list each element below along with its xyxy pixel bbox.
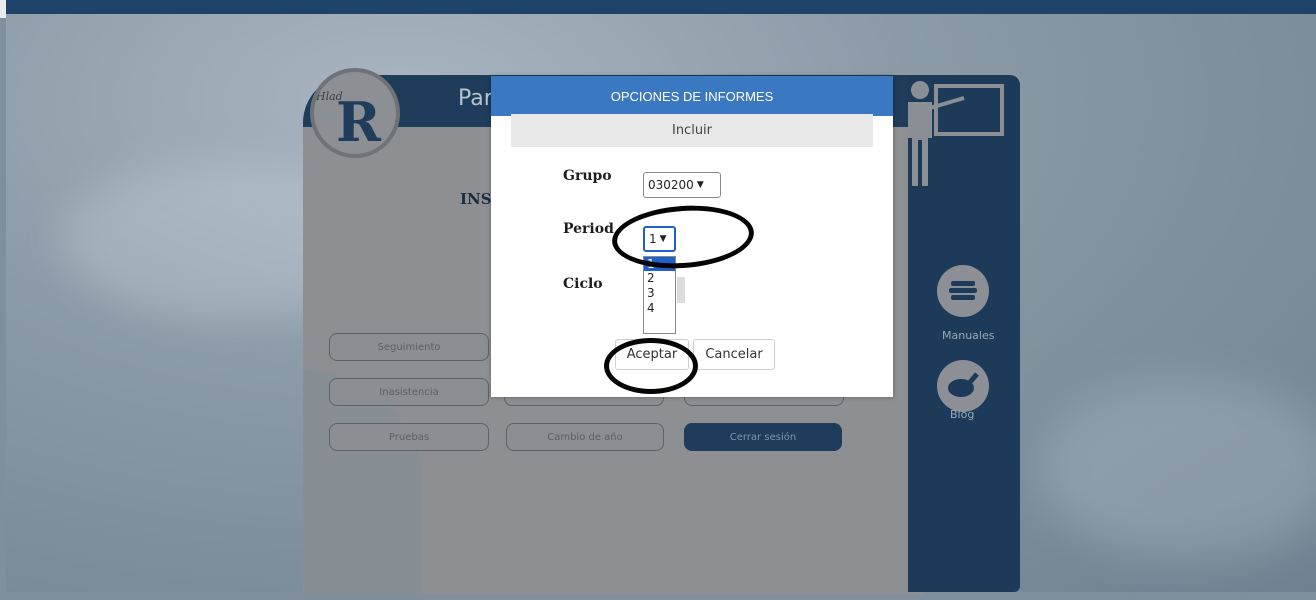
menu-button-label: Seguimiento — [377, 341, 441, 353]
chevron-down-icon: ▼ — [696, 180, 704, 190]
page-title: Par — [458, 86, 493, 111]
blog-icon[interactable] — [937, 360, 989, 412]
menu-button-cambio-de-ano[interactable]: Cambio de año — [506, 423, 664, 451]
teacher-icon — [908, 81, 1004, 186]
period-option[interactable]: 2 — [644, 271, 675, 286]
annotation-circle-accept — [604, 338, 698, 394]
cycle-label: Ciclo — [563, 276, 603, 292]
period-option[interactable]: 3 — [644, 286, 675, 301]
dialog-subtitle: Incluir — [511, 114, 873, 147]
cancel-button[interactable]: Cancelar — [693, 339, 775, 370]
menu-button-seguimiento[interactable]: Seguimiento — [329, 333, 489, 361]
group-label: Grupo — [563, 168, 612, 184]
menu-button-label: Inasistencia — [379, 386, 439, 398]
manuals-label[interactable]: Manuales — [942, 329, 994, 342]
hidden-cycle-select-edge — [677, 277, 685, 303]
cancel-button-label: Cancelar — [705, 347, 763, 362]
blog-label[interactable]: Blog — [950, 408, 974, 421]
app-logo: Hlad R — [310, 68, 400, 158]
logo-letter: R — [336, 90, 381, 154]
menu-button-label: Cerrar sesión — [729, 431, 797, 443]
group-select[interactable]: 030200 ▼ — [643, 172, 721, 198]
dialog-title: OPCIONES DE INFORMES — [491, 76, 893, 116]
menu-button-inasistencia[interactable]: Inasistencia — [329, 378, 489, 406]
logout-button[interactable]: Cerrar sesión — [684, 423, 842, 451]
menu-button-label: Cambio de año — [547, 431, 623, 443]
period-option[interactable]: 4 — [644, 301, 675, 316]
app-top-bar — [6, 0, 1316, 14]
group-select-value: 030200 — [648, 178, 694, 192]
books-icon[interactable] — [937, 265, 989, 317]
menu-button-pruebas[interactable]: Pruebas — [329, 423, 489, 451]
menu-button-label: Pruebas — [388, 431, 430, 443]
period-label: Period — [563, 221, 614, 237]
